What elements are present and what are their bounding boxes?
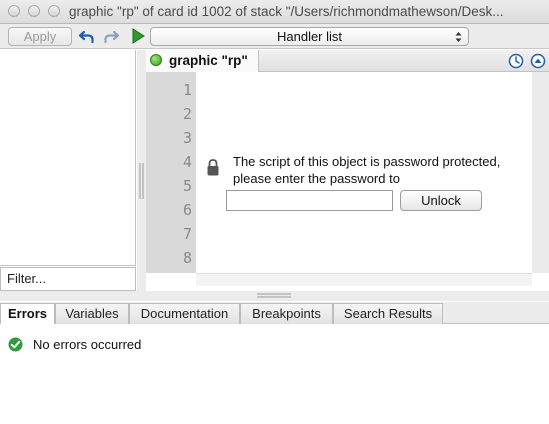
password-protected-message: The script of this object is password pr… (233, 154, 501, 186)
tab-variables[interactable]: Variables (55, 303, 129, 324)
select-arrows-icon (455, 32, 462, 42)
line-number: 4 (182, 153, 192, 171)
tab-graphic-rp[interactable]: graphic "rp" (146, 50, 259, 72)
tab-documentation[interactable]: Documentation (129, 303, 240, 324)
editor-tab-label: graphic "rp" (169, 53, 248, 68)
handler-select-value: Handler list (276, 29, 343, 44)
line-number: 3 (182, 129, 192, 147)
minimize-window-button[interactable] (28, 5, 40, 17)
close-window-button[interactable] (8, 5, 20, 17)
horizontal-scrollbar[interactable] (196, 273, 532, 286)
apply-button[interactable]: Apply (8, 27, 72, 46)
unlock-button[interactable]: Unlock (400, 190, 482, 211)
collapse-up-icon[interactable] (530, 53, 546, 69)
status-dot-icon (150, 54, 162, 66)
line-number: 1 (182, 81, 192, 99)
line-number-gutter: 1 2 3 4 5 6 7 8 (146, 72, 196, 273)
title-bar: graphic "rp" of card id 1002 of stack "/… (0, 0, 549, 24)
line-number: 8 (182, 249, 192, 267)
script-editor-window: graphic "rp" of card id 1002 of stack "/… (0, 0, 549, 424)
handler-list-select[interactable]: Handler list (150, 27, 469, 46)
redo-icon[interactable] (102, 27, 120, 45)
splitter-grip-icon[interactable] (257, 293, 291, 298)
tab-search-results[interactable]: Search Results (333, 303, 443, 324)
horizontal-splitter[interactable] (0, 291, 549, 301)
password-field[interactable] (226, 190, 393, 211)
editor-side-strip (532, 72, 549, 273)
handler-list-panel[interactable] (0, 50, 136, 266)
run-icon[interactable] (129, 27, 147, 45)
tab-errors[interactable]: Errors (0, 303, 55, 325)
lock-icon (207, 159, 219, 176)
line-number: 2 (182, 105, 192, 123)
undo-icon[interactable] (78, 27, 96, 45)
window-title: graphic "rp" of card id 1002 of stack "/… (69, 4, 504, 19)
zoom-window-button[interactable] (48, 5, 60, 17)
clock-icon[interactable] (508, 53, 524, 69)
editor-tab-bar: graphic "rp" (146, 50, 549, 72)
tab-breakpoints[interactable]: Breakpoints (240, 303, 333, 324)
check-circle-icon (8, 337, 23, 352)
line-number: 5 (182, 177, 192, 195)
filter-input[interactable]: Filter... (0, 267, 136, 291)
line-number: 6 (182, 201, 192, 219)
line-number: 7 (182, 225, 192, 243)
splitter-grip-icon[interactable] (139, 163, 144, 199)
bottom-tab-bar: Errors Variables Documentation Breakpoin… (0, 302, 549, 325)
toolbar: Apply Handler list (0, 24, 549, 49)
status-message: No errors occurred (33, 337, 142, 352)
errors-pane: No errors occurred (0, 324, 549, 424)
vertical-splitter[interactable] (137, 50, 146, 291)
